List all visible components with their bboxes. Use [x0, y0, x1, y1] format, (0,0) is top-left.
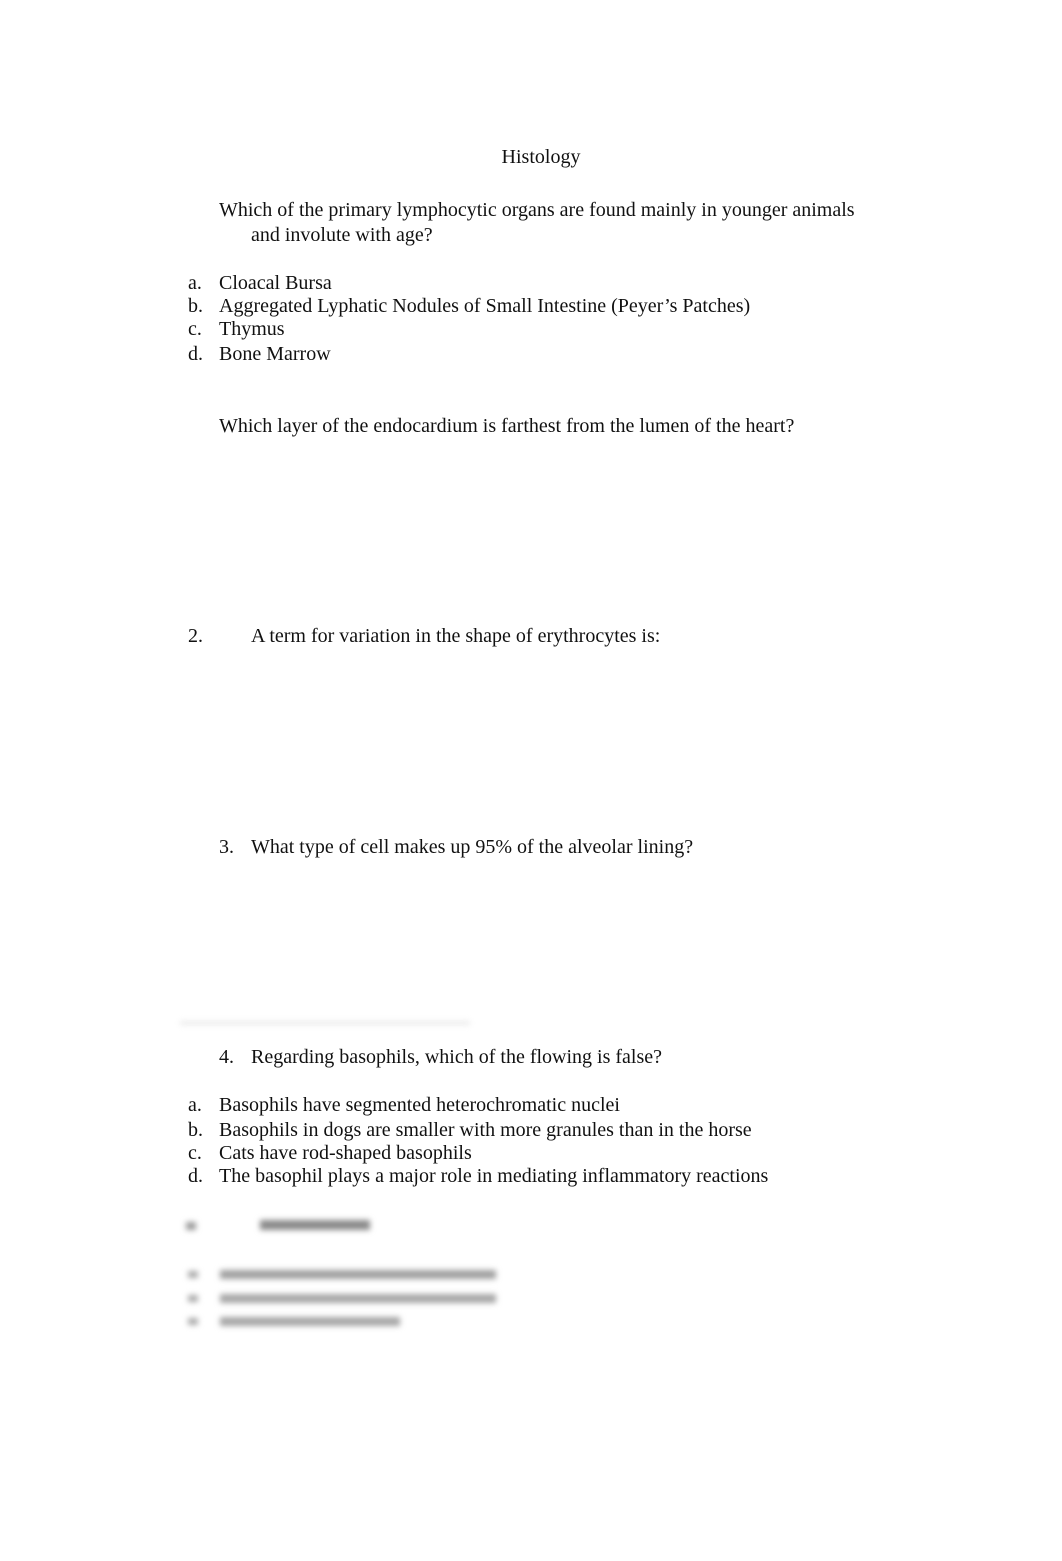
question-1-text-line2: and involute with age?: [251, 224, 433, 246]
option-text: The basophil plays a major role in media…: [219, 1165, 769, 1187]
question-3-text: A term for variation in the shape of ery…: [251, 625, 661, 647]
option-letter: c.: [188, 1142, 202, 1164]
blurred-option: [220, 1294, 496, 1303]
option-letter: a.: [188, 1094, 202, 1116]
question-5-text: Regarding basophils, which of the flowin…: [251, 1046, 663, 1068]
option-text: Aggregated Lyphatic Nodules of Small Int…: [219, 295, 751, 317]
blurred-divider: [180, 1021, 470, 1025]
blurred-option: [220, 1317, 400, 1326]
option-letter: b.: [188, 295, 203, 317]
option-letter: d.: [188, 343, 203, 365]
blurred-question: [260, 1220, 370, 1230]
option-letter: d.: [188, 1165, 203, 1187]
question-2-text: Which layer of the endocardium is farthe…: [219, 415, 795, 437]
page-title: Histology: [501, 146, 581, 168]
question-number: 2.: [188, 625, 203, 647]
option-text: Cloacal Bursa: [219, 272, 332, 294]
question-number: 3.: [219, 836, 234, 858]
blurred-letter: [188, 1271, 198, 1278]
option-text: Basophils have segmented heterochromatic…: [219, 1094, 620, 1116]
option-text: Thymus: [219, 318, 285, 340]
option-text: Cats have rod-shaped basophils: [219, 1142, 472, 1164]
question-1-text-line1: Which of the primary lymphocytic organs …: [219, 199, 855, 221]
option-letter: b.: [188, 1119, 203, 1141]
question-4-text: What type of cell makes up 95% of the al…: [251, 836, 694, 858]
option-text: Basophils in dogs are smaller with more …: [219, 1119, 752, 1141]
question-number: 4.: [219, 1046, 234, 1068]
blurred-letter: [188, 1295, 198, 1302]
blurred-option: [220, 1270, 496, 1279]
blurred-number: [186, 1222, 196, 1230]
option-text: Bone Marrow: [219, 343, 331, 365]
option-letter: a.: [188, 272, 202, 294]
option-letter: c.: [188, 318, 202, 340]
blurred-letter: [188, 1318, 198, 1325]
